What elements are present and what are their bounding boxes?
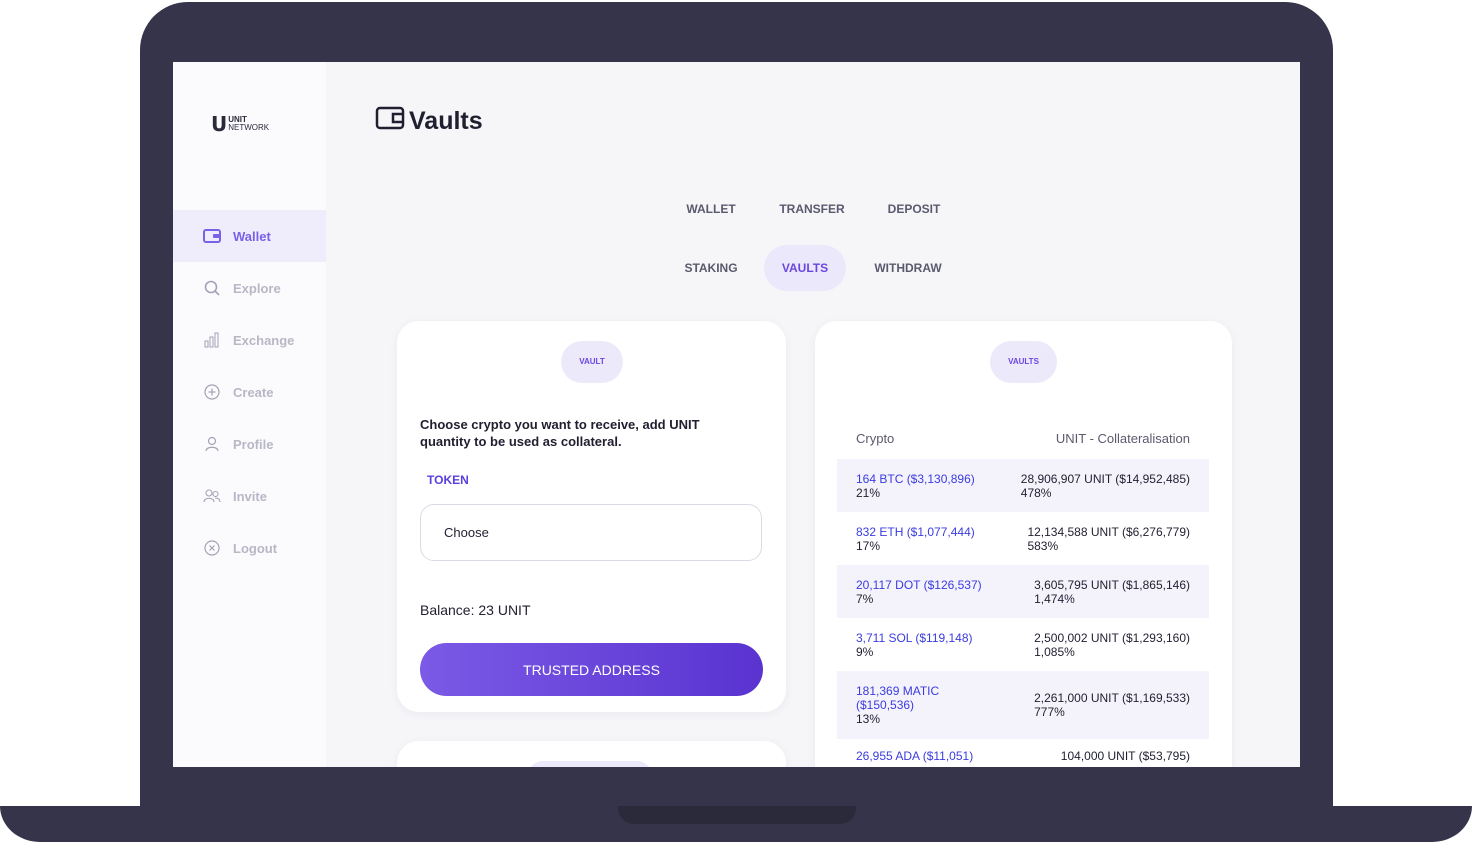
crypto-percent: 21%: [856, 485, 881, 500]
crypto-amount: 26,955 ADA ($11,051): [856, 749, 974, 763]
sidebar-item-logout[interactable]: Logout: [173, 522, 326, 574]
collateral-ratio: 777%: [1034, 705, 1065, 719]
page-title: Vaults: [375, 106, 483, 137]
crypto-percent: 9%: [856, 644, 874, 659]
vaults-pill: VAULTS: [990, 341, 1057, 383]
collateral-ratio: 583%: [1027, 538, 1059, 553]
crypto-amount: 181,369 MATIC ($150,536): [856, 684, 940, 712]
tab-transfer[interactable]: TRANSFER: [767, 186, 857, 232]
unit-amount: 104,000 UNIT ($53,795): [1060, 749, 1190, 763]
trusted-address-button[interactable]: TRUSTED ADDRESS: [420, 643, 763, 696]
plus-circle-icon: [203, 383, 221, 401]
vault-pill: VAULT: [561, 341, 623, 383]
page-title-text: Vaults: [409, 107, 483, 135]
crypto-percent: 7%: [856, 591, 874, 606]
sidebar-item-label: Explore: [233, 280, 281, 296]
unit-amount: 2,261,000 UNIT ($1,169,533): [1034, 691, 1190, 705]
crypto-amount: 3,711 SOL ($119,148): [856, 630, 973, 645]
sidebar-item-explore[interactable]: Explore: [173, 262, 326, 314]
chart-icon: [203, 331, 221, 349]
collateral-ratio: 1,474%: [1034, 591, 1075, 606]
crypto-amount: 164 BTC ($3,130,896): [856, 471, 975, 486]
unit-amount: 2,500,002 UNIT ($1,293,160): [1034, 630, 1190, 645]
logo-mark-icon: U: [211, 112, 227, 136]
vault-icon: [375, 106, 405, 137]
sidebar-item-label: Profile: [233, 436, 274, 452]
app-screen: U UNIT NETWORK Wallet Explore Exchange C…: [173, 62, 1300, 767]
search-icon: [203, 279, 221, 297]
sidebar-item-label: Create: [233, 384, 274, 400]
second-card-pill: [528, 761, 652, 767]
sidebar-item-label: Wallet: [233, 228, 271, 244]
table-header: Crypto UNIT - Collateralisation: [837, 417, 1209, 459]
token-select[interactable]: Choose: [420, 504, 762, 561]
table-row[interactable]: 3,711 SOL ($119,148) 9% 2,500,002 UNIT (…: [837, 618, 1209, 671]
table-row[interactable]: 20,117 DOT ($126,537) 7% 3,605,795 UNIT …: [837, 565, 1209, 618]
table-row[interactable]: 164 BTC ($3,130,896) 21% 28,906,907 UNIT…: [837, 459, 1209, 512]
sidebar-item-profile[interactable]: Profile: [173, 418, 326, 470]
header-unit-collateral: UNIT - Collateralisation: [1055, 430, 1190, 446]
second-card: [397, 741, 786, 767]
logo-line2: NETWORK: [228, 123, 270, 132]
sidebar-item-label: Logout: [233, 540, 278, 556]
header-crypto: Crypto: [856, 430, 895, 446]
balance-text: Balance: 23 UNIT: [420, 602, 531, 618]
table-body: 164 BTC ($3,130,896) 21% 28,906,907 UNIT…: [837, 459, 1209, 767]
tab-deposit[interactable]: DEPOSIT: [869, 186, 959, 232]
table-row[interactable]: 832 ETH ($1,077,444) 17% 12,134,588 UNIT…: [837, 512, 1209, 565]
sidebar-item-label: Invite: [233, 488, 267, 504]
sidebar-item-invite[interactable]: Invite: [173, 470, 326, 522]
user-icon: [203, 435, 221, 453]
crypto-amount: 832 ETH ($1,077,444): [856, 524, 975, 539]
vault-card: VAULT Choose crypto you want to receive,…: [397, 321, 786, 712]
sidebar-item-wallet[interactable]: Wallet: [173, 210, 326, 262]
sidebar-item-label: Exchange: [233, 332, 295, 348]
tab-wallet[interactable]: WALLET: [666, 186, 756, 232]
tab-vaults[interactable]: VAULTS: [764, 245, 846, 291]
token-select-value: Choose: [444, 525, 489, 540]
collateral-ratio: 1,085%: [1034, 644, 1075, 659]
users-icon: [203, 487, 221, 505]
wallet-icon: [203, 227, 221, 245]
unit-amount: 28,906,907 UNIT ($14,952,485): [1020, 471, 1190, 486]
vaults-list-card: VAULTS Crypto UNIT - Collateralisation 1…: [815, 321, 1232, 767]
token-label: TOKEN: [427, 473, 469, 487]
crypto-percent: 17%: [856, 538, 881, 553]
vault-instructions: Choose crypto you want to receive, add U…: [420, 417, 700, 449]
laptop-notch: [618, 806, 856, 824]
sidebar-item-exchange[interactable]: Exchange: [173, 314, 326, 366]
sidebar: U UNIT NETWORK Wallet Explore Exchange C…: [173, 62, 326, 767]
sidebar-item-create[interactable]: Create: [173, 366, 326, 418]
crypto-percent: 13%: [856, 712, 881, 726]
unit-amount: 3,605,795 UNIT ($1,865,146): [1034, 577, 1190, 592]
crypto-amount: 20,117 DOT ($126,537): [856, 577, 982, 592]
logo[interactable]: U UNIT NETWORK: [211, 114, 269, 134]
table-row[interactable]: 26,955 ADA ($11,051) 104,000 UNIT ($53,7…: [837, 739, 1209, 767]
close-circle-icon: [203, 539, 221, 557]
tab-withdraw[interactable]: WITHDRAW: [863, 245, 953, 291]
unit-amount: 12,134,588 UNIT ($6,276,779): [1027, 524, 1190, 539]
collateral-ratio: 478%: [1020, 485, 1052, 500]
table-row[interactable]: 181,369 MATIC ($150,536) 13% 2,261,000 U…: [837, 671, 1209, 739]
vaults-table: Crypto UNIT - Collateralisation 164 BTC …: [837, 417, 1209, 767]
tab-staking[interactable]: STAKING: [666, 245, 756, 291]
